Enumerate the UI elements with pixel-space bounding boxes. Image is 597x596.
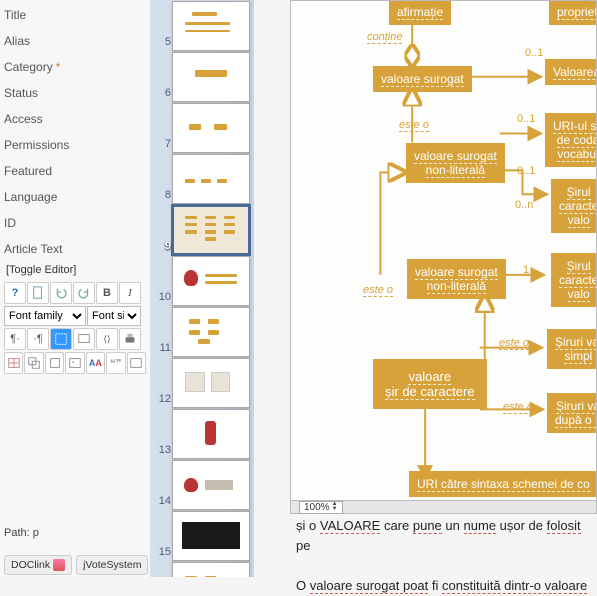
- slide-thumb-8[interactable]: 8: [172, 154, 250, 204]
- field-status: Status: [4, 80, 146, 106]
- code-icon[interactable]: [127, 352, 146, 374]
- node-afirmatie: afirmație: [389, 0, 451, 25]
- node-valoare-surogat: valoare surogat: [373, 66, 472, 92]
- jvote-button[interactable]: jVoteSystem: [76, 555, 148, 575]
- node-sirul-1: Șirulcaractevalo: [551, 179, 597, 233]
- slide-thumb-15[interactable]: 15: [172, 511, 250, 561]
- node-siruri-tip: Șiruri vadupă o ti: [547, 393, 597, 433]
- field-id: ID: [4, 210, 146, 236]
- card-0-1-b: 0..1: [517, 113, 535, 125]
- card-0-1-c: 0..1: [517, 165, 535, 177]
- slide-thumb-5[interactable]: 5: [172, 1, 250, 51]
- layer-icon[interactable]: [24, 352, 43, 374]
- doclink-button[interactable]: DOClink: [4, 555, 72, 575]
- field-category: Category*: [4, 54, 146, 80]
- editor-toolbar: ? B I Font family Font size ¶· ·¶ ⟨⟩ AA …: [4, 282, 146, 374]
- print-icon[interactable]: [119, 328, 141, 350]
- node-sirul-2: Șirulcaractevalo: [551, 253, 597, 307]
- node-valoare-sir: valoareșir de caractere: [373, 359, 487, 409]
- field-featured: Featured: [4, 158, 146, 184]
- node-uri-coda: URI-ul sede codavocabul: [545, 113, 597, 167]
- toggle-editor-link[interactable]: [Toggle Editor]: [4, 260, 78, 280]
- preview-icon[interactable]: [73, 328, 95, 350]
- field-permissions: Permissions: [4, 132, 146, 158]
- node-siruri-simpl: Șiruri valsimpl: [547, 329, 597, 369]
- field-access: Access: [4, 106, 146, 132]
- stepper-icon[interactable]: ▲▼: [332, 502, 338, 512]
- node-surogat-nonlit-2: valoare surogatnon-literală: [407, 259, 506, 299]
- quote-icon[interactable]: ❝❞: [106, 352, 125, 374]
- slide-thumb-9[interactable]: 9: [172, 205, 250, 255]
- article-edit-form: Title Alias Category* Status Access Perm…: [0, 0, 150, 577]
- card-1: 1: [523, 264, 529, 276]
- newdoc-icon[interactable]: [27, 282, 49, 304]
- doclink-icon: [53, 559, 65, 571]
- label-este-o-3: este o: [499, 337, 529, 349]
- italic-button[interactable]: I: [119, 282, 141, 304]
- slide-preview[interactable]: afirmație propriet conține valoare surog…: [290, 0, 597, 508]
- slide-thumb-6[interactable]: 6: [172, 52, 250, 102]
- table-icon[interactable]: [4, 352, 23, 374]
- zoom-value: 100%: [304, 502, 330, 513]
- slide-thumbnail-panel: 5 6 7 8 9 10 11 12 13 14 15 16: [150, 0, 254, 577]
- node-uri-sintaxa: URI către sintaxa schemei de co: [409, 471, 597, 497]
- slide-thumb-10[interactable]: 10: [172, 256, 250, 306]
- source-icon[interactable]: ⟨⟩: [96, 328, 118, 350]
- card-0-n: 0..n: [515, 199, 533, 211]
- ltr-icon[interactable]: ¶·: [4, 328, 26, 350]
- zoom-bar: 100% ▲▼: [290, 500, 597, 514]
- slide-thumb-7[interactable]: 7: [172, 103, 250, 153]
- undo-icon[interactable]: [50, 282, 72, 304]
- slide-thumb-14[interactable]: 14: [172, 460, 250, 510]
- editor-path: Path: p: [4, 527, 39, 539]
- uml-diagram: afirmație propriet conține valoare surog…: [291, 1, 596, 507]
- fullscreen-icon[interactable]: [50, 328, 72, 350]
- redo-icon[interactable]: [73, 282, 95, 304]
- styles-icon[interactable]: AA: [86, 352, 105, 374]
- image-icon[interactable]: [65, 352, 84, 374]
- document-body-text[interactable]: și o VALOARE care pune un nume ușor de f…: [296, 516, 597, 596]
- slide-thumb-12[interactable]: 12: [172, 358, 250, 408]
- zoom-stepper[interactable]: 100% ▲▼: [299, 501, 343, 514]
- font-size-select[interactable]: Font size: [87, 306, 141, 326]
- rtl-icon[interactable]: ·¶: [27, 328, 49, 350]
- bold-button[interactable]: B: [96, 282, 118, 304]
- slide-thumb-13[interactable]: 13: [172, 409, 250, 459]
- label-este-o-1: este o: [399, 119, 429, 131]
- label-este-o-2: este o: [363, 284, 393, 296]
- insert-icon[interactable]: [45, 352, 64, 374]
- field-language: Language: [4, 184, 146, 210]
- field-article-text: Article Text: [4, 236, 146, 262]
- field-title: Title: [4, 2, 146, 28]
- slide-thumb-11[interactable]: 11: [172, 307, 250, 357]
- card-0-1-a: 0..1: [525, 47, 543, 59]
- help-icon[interactable]: ?: [4, 282, 26, 304]
- node-valoarea: Valoarea: [545, 59, 597, 85]
- label-este-o-4: este o: [503, 401, 533, 413]
- label-contine: conține: [367, 31, 402, 43]
- node-propriet: propriet: [549, 0, 597, 25]
- node-surogat-nonlit-1: valoare surogatnon-literală: [406, 143, 505, 183]
- field-alias: Alias: [4, 28, 146, 54]
- slide-thumb-16[interactable]: 16: [172, 562, 250, 577]
- font-family-select[interactable]: Font family: [4, 306, 86, 326]
